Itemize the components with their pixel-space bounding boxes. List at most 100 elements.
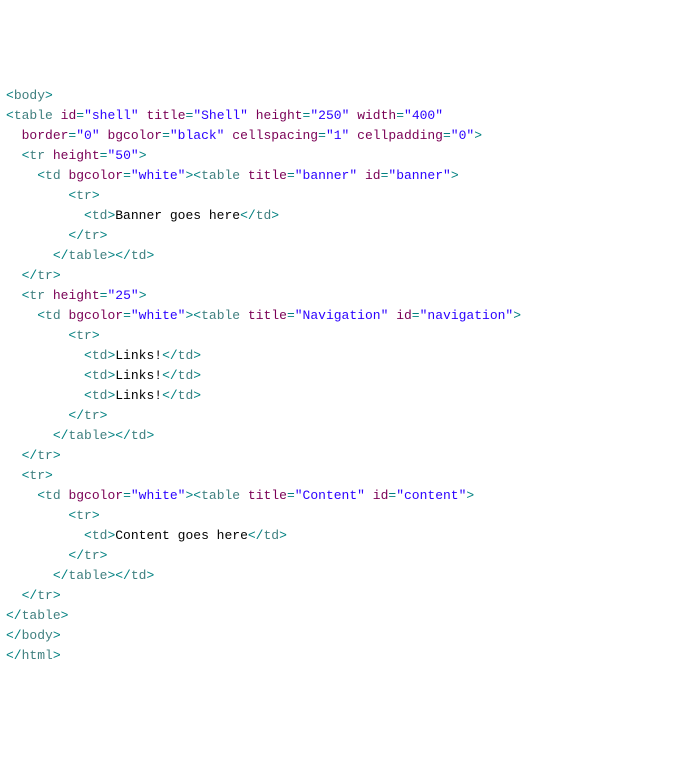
code-line: </table></td> <box>6 566 675 586</box>
token-elem: tr <box>76 328 92 343</box>
token-elem: table <box>201 308 240 323</box>
code-line: <td>Links!</td> <box>6 386 675 406</box>
token-attr: height <box>53 288 100 303</box>
token-attr: height <box>256 108 303 123</box>
token-tag: > <box>474 128 482 143</box>
token-text <box>240 308 248 323</box>
token-attr: bgcolor <box>68 488 123 503</box>
code-line: <body> <box>6 86 675 106</box>
code-line: </table> <box>6 606 675 626</box>
code-line: <tr> <box>6 326 675 346</box>
token-tag: = <box>318 128 326 143</box>
code-line: <td>Banner goes here</td> <box>6 206 675 226</box>
token-tag: < <box>6 108 14 123</box>
token-tag: = <box>443 128 451 143</box>
token-val: "0" <box>76 128 99 143</box>
token-tag: </ <box>162 348 178 363</box>
token-tag: </ <box>162 368 178 383</box>
token-elem: tr <box>84 228 100 243</box>
code-line: <tr> <box>6 466 675 486</box>
token-tag: </ <box>6 628 22 643</box>
token-attr: bgcolor <box>107 128 162 143</box>
token-tag: >< <box>185 168 201 183</box>
token-tag: </ <box>53 568 69 583</box>
token-tag: > <box>139 288 147 303</box>
token-val: "black" <box>170 128 225 143</box>
token-tag: > <box>146 568 154 583</box>
token-tag: </ <box>22 268 38 283</box>
token-attr: bgcolor <box>68 308 123 323</box>
token-tag: </ <box>53 428 69 443</box>
token-tag: > <box>100 228 108 243</box>
token-text: Content goes here <box>115 528 248 543</box>
code-line: <td bgcolor="white"><table title="Conten… <box>6 486 675 506</box>
token-attr: width <box>357 108 396 123</box>
token-attr: title <box>248 168 287 183</box>
token-tag: > <box>271 208 279 223</box>
token-tag: > <box>53 628 61 643</box>
token-tag: = <box>123 308 131 323</box>
token-attr: title <box>248 488 287 503</box>
token-elem: tr <box>76 188 92 203</box>
token-text: Links! <box>115 388 162 403</box>
token-tag: > <box>53 448 61 463</box>
token-tag: = <box>76 108 84 123</box>
token-tag: > <box>92 508 100 523</box>
token-elem: table <box>201 488 240 503</box>
token-elem: tr <box>76 508 92 523</box>
token-tag: > <box>146 428 154 443</box>
token-elem: td <box>45 488 61 503</box>
token-elem: tr <box>29 148 45 163</box>
token-val: "navigation" <box>420 308 514 323</box>
token-elem: tr <box>37 588 53 603</box>
token-text <box>349 128 357 143</box>
token-tag: </ <box>6 648 22 663</box>
token-tag: </ <box>68 228 84 243</box>
token-attr: bgcolor <box>68 168 123 183</box>
token-tag: = <box>123 488 131 503</box>
code-line: </tr> <box>6 406 675 426</box>
token-tag: < <box>37 488 45 503</box>
code-line: <td bgcolor="white"><table title="banner… <box>6 166 675 186</box>
code-line: </table></td> <box>6 246 675 266</box>
token-attr: title <box>146 108 185 123</box>
token-tag: < <box>84 348 92 363</box>
token-text <box>240 488 248 503</box>
token-tag: </ <box>240 208 256 223</box>
token-elem: td <box>131 428 147 443</box>
token-elem: table <box>14 108 53 123</box>
token-elem: tr <box>29 468 45 483</box>
token-tag: > <box>92 188 100 203</box>
token-tag: = <box>162 128 170 143</box>
token-tag: > <box>61 608 69 623</box>
token-elem: tr <box>84 408 100 423</box>
token-val: "shell" <box>84 108 139 123</box>
token-elem: td <box>92 368 108 383</box>
code-line: </html> <box>6 646 675 666</box>
token-val: "banner" <box>295 168 357 183</box>
token-elem: tr <box>29 288 45 303</box>
token-text <box>53 108 61 123</box>
token-val: "50" <box>107 148 138 163</box>
token-elem: html <box>22 648 53 663</box>
token-val: "banner" <box>388 168 450 183</box>
token-val: "250" <box>310 108 349 123</box>
token-elem: td <box>92 348 108 363</box>
code-line: <td>Links!</td> <box>6 346 675 366</box>
token-attr: cellpadding <box>357 128 443 143</box>
token-elem: td <box>92 208 108 223</box>
token-elem: table <box>22 608 61 623</box>
token-elem: table <box>68 248 107 263</box>
token-tag: ></ <box>107 248 130 263</box>
token-tag: > <box>139 148 147 163</box>
token-elem: td <box>92 528 108 543</box>
token-tag: > <box>193 368 201 383</box>
token-val: "0" <box>451 128 474 143</box>
token-tag: < <box>6 88 14 103</box>
token-elem: table <box>201 168 240 183</box>
token-tag: </ <box>248 528 264 543</box>
code-line: </tr> <box>6 546 675 566</box>
token-tag: </ <box>22 588 38 603</box>
token-text <box>240 168 248 183</box>
token-val: "25" <box>107 288 138 303</box>
